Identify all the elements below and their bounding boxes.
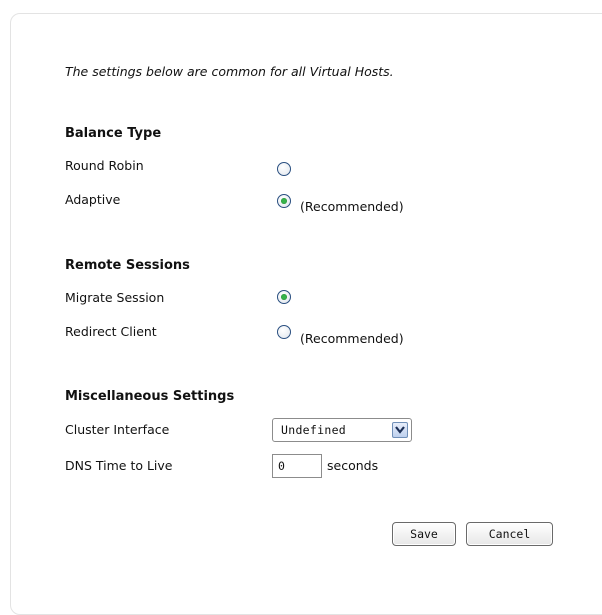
adaptive-label: Adaptive	[65, 192, 121, 207]
redirect-client-label: Redirect Client	[65, 324, 157, 339]
dns-ttl-unit: seconds	[327, 458, 379, 473]
adaptive-radio[interactable]	[277, 194, 291, 208]
cluster-interface-select[interactable]: Undefined	[272, 418, 412, 442]
remote-sessions-heading: Remote Sessions	[65, 258, 190, 273]
adaptive-recommended-note: (Recommended)	[300, 199, 404, 214]
redirect-client-recommended-note: (Recommended)	[300, 331, 404, 346]
chevron-down-icon[interactable]	[392, 422, 408, 438]
save-button[interactable]: Save	[392, 522, 456, 546]
cluster-interface-value: Undefined	[281, 423, 347, 437]
round-robin-label: Round Robin	[65, 158, 144, 173]
dns-ttl-label: DNS Time to Live	[65, 458, 173, 473]
misc-settings-heading: Miscellaneous Settings	[65, 389, 235, 404]
migrate-session-label: Migrate Session	[65, 290, 165, 305]
cluster-interface-label: Cluster Interface	[65, 422, 170, 437]
intro-text: The settings below are common for all Vi…	[65, 64, 394, 79]
balance-type-heading: Balance Type	[65, 126, 162, 141]
redirect-client-radio[interactable]	[277, 325, 291, 339]
round-robin-radio[interactable]	[277, 162, 291, 176]
dns-ttl-input[interactable]	[272, 454, 322, 478]
migrate-session-radio[interactable]	[277, 290, 291, 304]
cancel-button[interactable]: Cancel	[466, 522, 553, 546]
